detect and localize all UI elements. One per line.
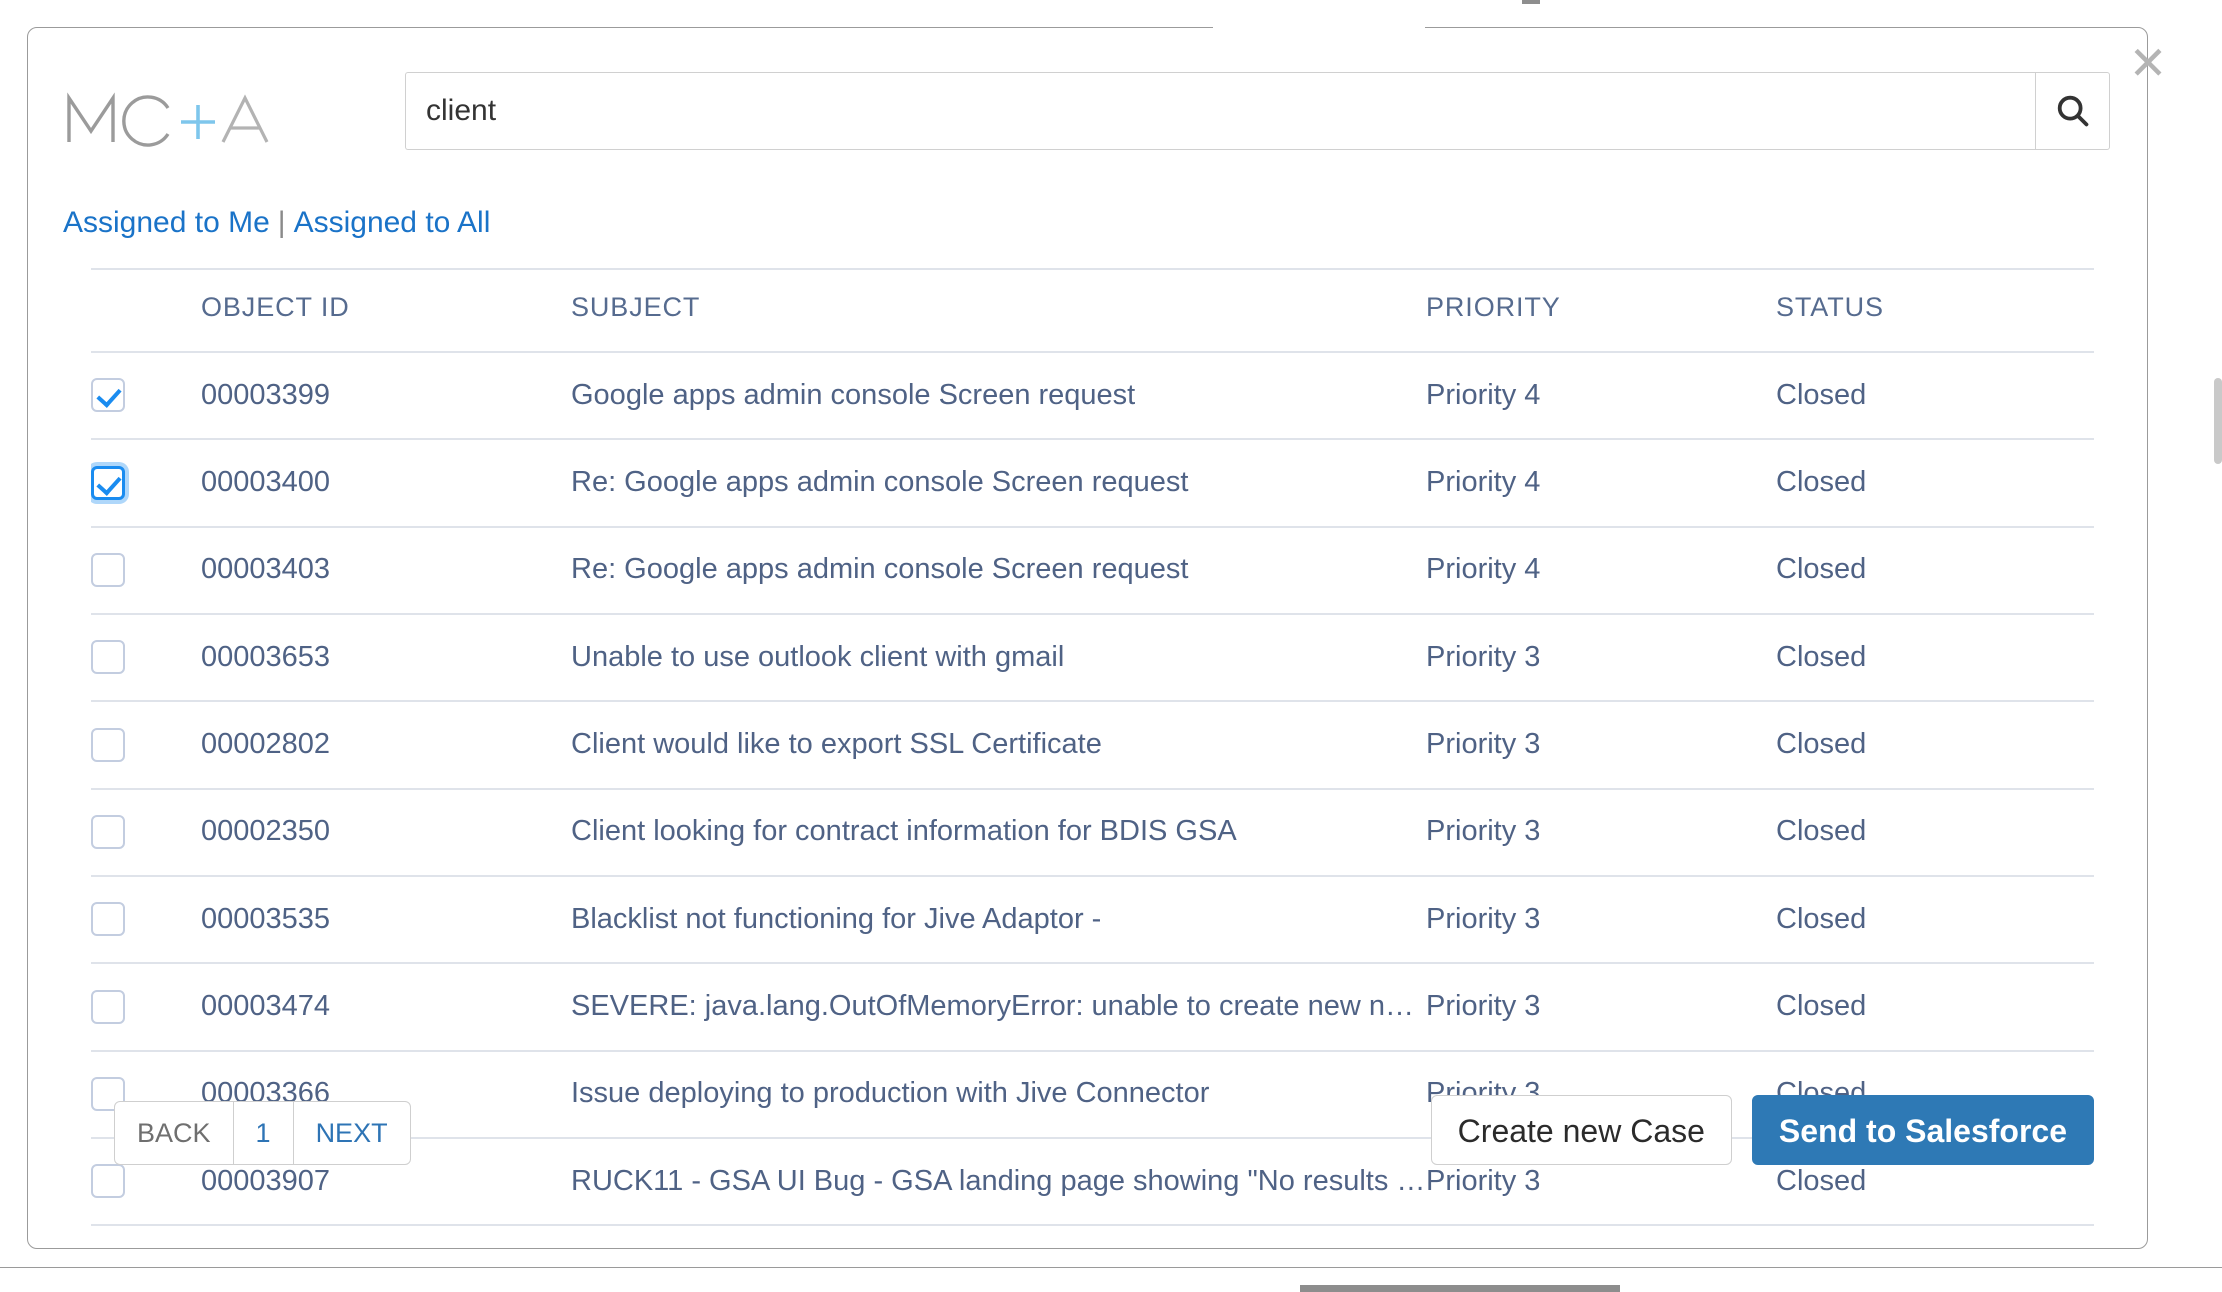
row-priority: Priority 4 [1426,352,1776,441]
column-header-object-id: OBJECT ID [201,292,571,353]
row-checkbox[interactable] [91,902,125,937]
table-row[interactable]: 00003653 Unable to use outlook client wit… [91,614,2094,703]
row-object-id: 00003403 [201,526,571,616]
row-subject: Blacklist not functioning for Jive Adapt… [571,876,1426,965]
row-select-cell [91,526,201,616]
row-select-cell [91,963,201,1052]
row-checkbox[interactable] [91,640,125,675]
row-subject: SEVERE: java.lang.OutOfMemoryError: unab… [571,963,1426,1052]
row-object-id: 00003535 [201,876,571,965]
row-status: Closed [1776,352,2094,441]
send-to-salesforce-button[interactable]: Send to Salesforce [1751,1095,2094,1165]
row-subject: Google apps admin console Screen request [571,352,1426,441]
column-header-subject: SUBJECT [571,292,1426,353]
search-icon [2054,92,2092,130]
table-top-rule [91,268,2094,270]
row-priority: Priority 3 [1426,788,1776,878]
row-select-cell [91,352,201,441]
search-button[interactable] [2035,72,2110,150]
filter-separator: | [277,206,286,239]
table-row[interactable]: 00003399 Google apps admin console Screen… [91,352,2094,441]
row-checkbox[interactable] [91,465,125,500]
background-bar-bottom [1300,1285,1620,1292]
mca-logo [63,86,273,150]
search-input[interactable] [405,72,2035,150]
pagination-back-button[interactable]: BACK [115,1102,234,1164]
row-status: Closed [1776,614,2094,703]
table-header: OBJECT ID SUBJECT PRIORITY STATUS [91,292,2094,353]
row-subject: Client would like to export SSL Certific… [571,701,1426,790]
filter-assigned-to-all[interactable]: Assigned to All [294,206,491,239]
results-table-container: OBJECT ID SUBJECT PRIORITY STATUS 000033… [91,268,2094,1227]
row-select-cell [91,788,201,878]
row-status: Closed [1776,701,2094,790]
table-row[interactable]: 00003535 Blacklist not functioning for Ji… [91,876,2094,965]
row-priority: Priority 3 [1426,701,1776,790]
modal-footer: BACK 1 NEXT Create new Case Send to Sale… [91,1095,2094,1191]
row-status: Closed [1776,963,2094,1052]
pagination: BACK 1 NEXT [114,1101,411,1165]
row-object-id: 00003474 [201,963,571,1052]
row-object-id: 00002350 [201,788,571,878]
row-subject: Client looking for contract information … [571,788,1426,878]
column-header-select [91,292,201,353]
search-bar [405,72,2110,150]
results-table: OBJECT ID SUBJECT PRIORITY STATUS 000033… [91,292,2094,1227]
pagination-next-button[interactable]: NEXT [294,1102,410,1164]
row-object-id: 00003399 [201,352,571,441]
assignment-filter-links: Assigned to Me | Assigned to All [63,206,490,240]
background-tick-top [1522,0,1540,4]
table-row[interactable]: 00003400 Re: Google apps admin console Sc… [91,439,2094,528]
row-priority: Priority 4 [1426,526,1776,616]
row-select-cell [91,876,201,965]
row-priority: Priority 3 [1426,614,1776,703]
row-status: Closed [1776,788,2094,878]
row-checkbox[interactable] [91,815,125,850]
footer-actions: Create new Case Send to Salesforce [1430,1095,2094,1165]
create-new-case-button[interactable]: Create new Case [1430,1095,1732,1165]
row-priority: Priority 3 [1426,876,1776,965]
table-row[interactable]: 00003403 Re: Google apps admin console Sc… [91,526,2094,616]
column-header-status: STATUS [1776,292,2094,353]
close-icon[interactable]: ✕ [2125,40,2171,86]
search-results-modal: Assigned to Me|Assigned to All OBJECT ID… [27,26,2148,1249]
row-subject: Re: Google apps admin console Screen req… [571,526,1426,616]
column-header-priority: PRIORITY [1426,292,1776,353]
row-subject: Unable to use outlook client with gmail [571,614,1426,703]
row-object-id: 00003653 [201,614,571,703]
row-status: Closed [1776,526,2094,616]
row-checkbox[interactable] [91,378,125,413]
pagination-page-1[interactable]: 1 [234,1102,294,1164]
row-priority: Priority 4 [1426,439,1776,528]
row-checkbox[interactable] [91,727,125,762]
modal-header [28,28,2147,188]
row-object-id: 00002802 [201,701,571,790]
row-subject: Re: Google apps admin console Screen req… [571,439,1426,528]
filter-assigned-to-me[interactable]: Assigned to Me [63,206,270,239]
background-rule-bottom [0,1267,2222,1268]
row-select-cell [91,701,201,790]
row-checkbox[interactable] [91,553,125,588]
row-select-cell [91,614,201,703]
row-status: Closed [1776,439,2094,528]
table-row[interactable]: 00003474 SEVERE: java.lang.OutOfMemoryErr… [91,963,2094,1052]
table-row[interactable]: 00002802 Client would like to export SSL … [91,701,2094,790]
row-object-id: 00003400 [201,439,571,528]
row-checkbox[interactable] [91,989,125,1024]
row-status: Closed [1776,876,2094,965]
page-scrollbar[interactable] [2214,378,2222,464]
row-priority: Priority 3 [1426,963,1776,1052]
table-row[interactable]: 00002350 Client looking for contract info… [91,788,2094,878]
table-header-row: OBJECT ID SUBJECT PRIORITY STATUS [91,292,2094,353]
row-select-cell [91,439,201,528]
